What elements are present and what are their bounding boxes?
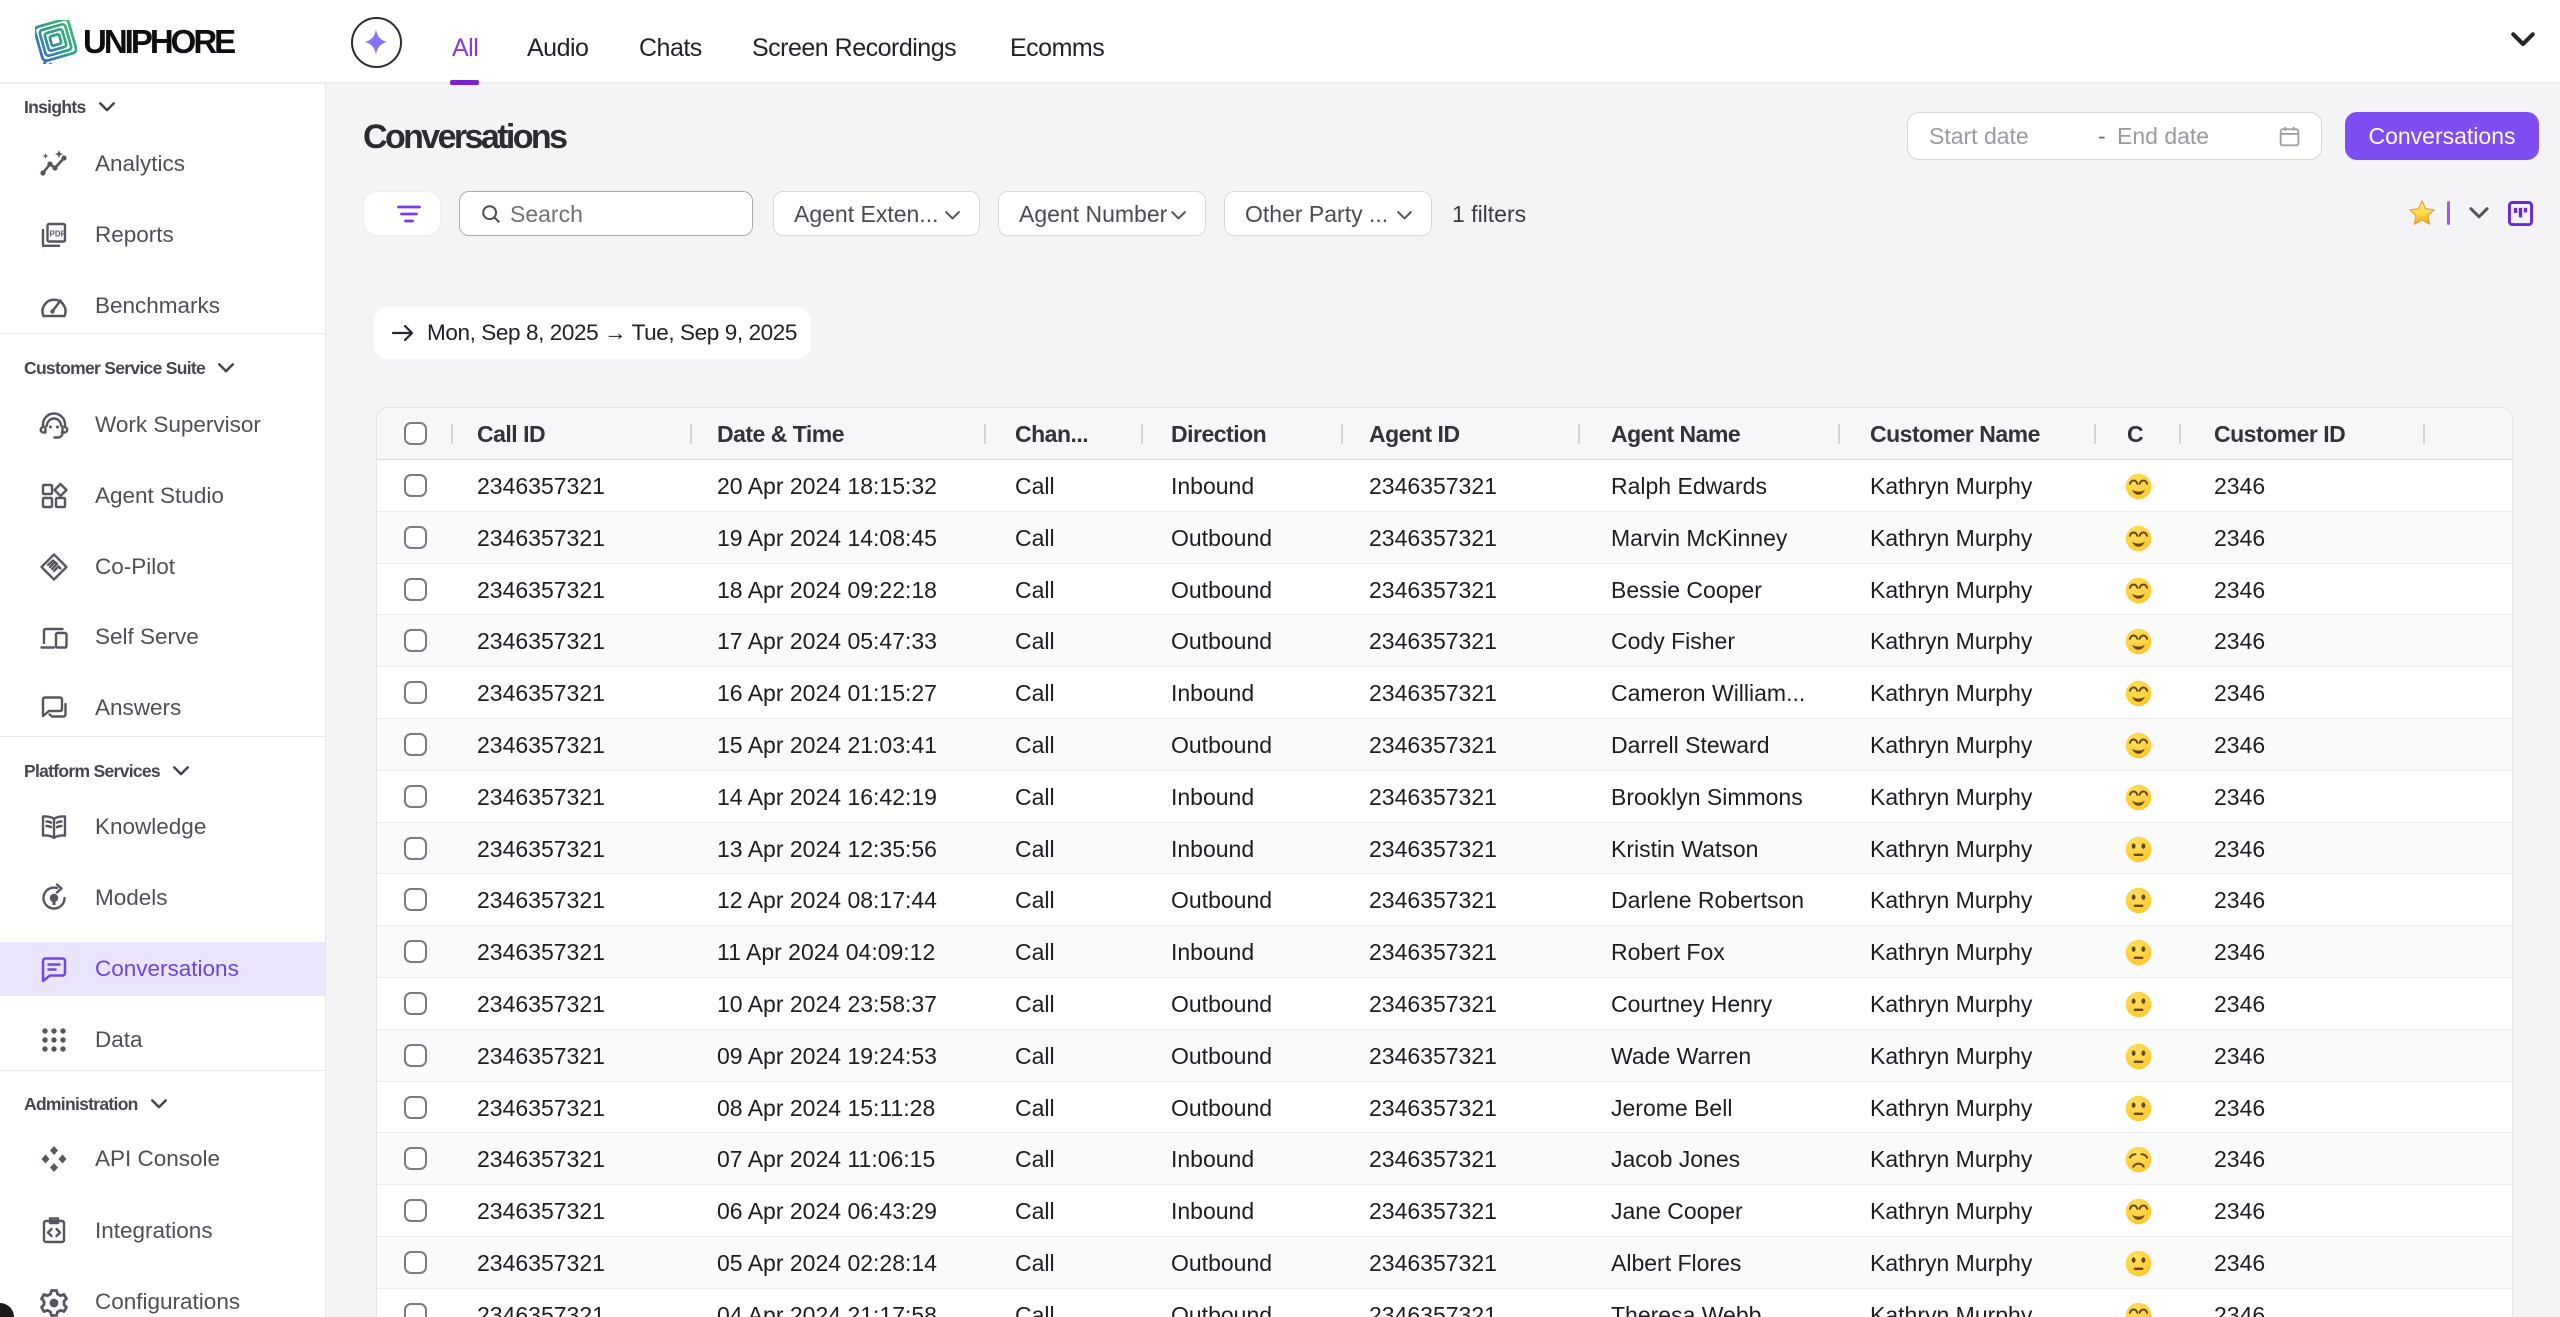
svg-text:PDF: PDF bbox=[50, 230, 66, 239]
